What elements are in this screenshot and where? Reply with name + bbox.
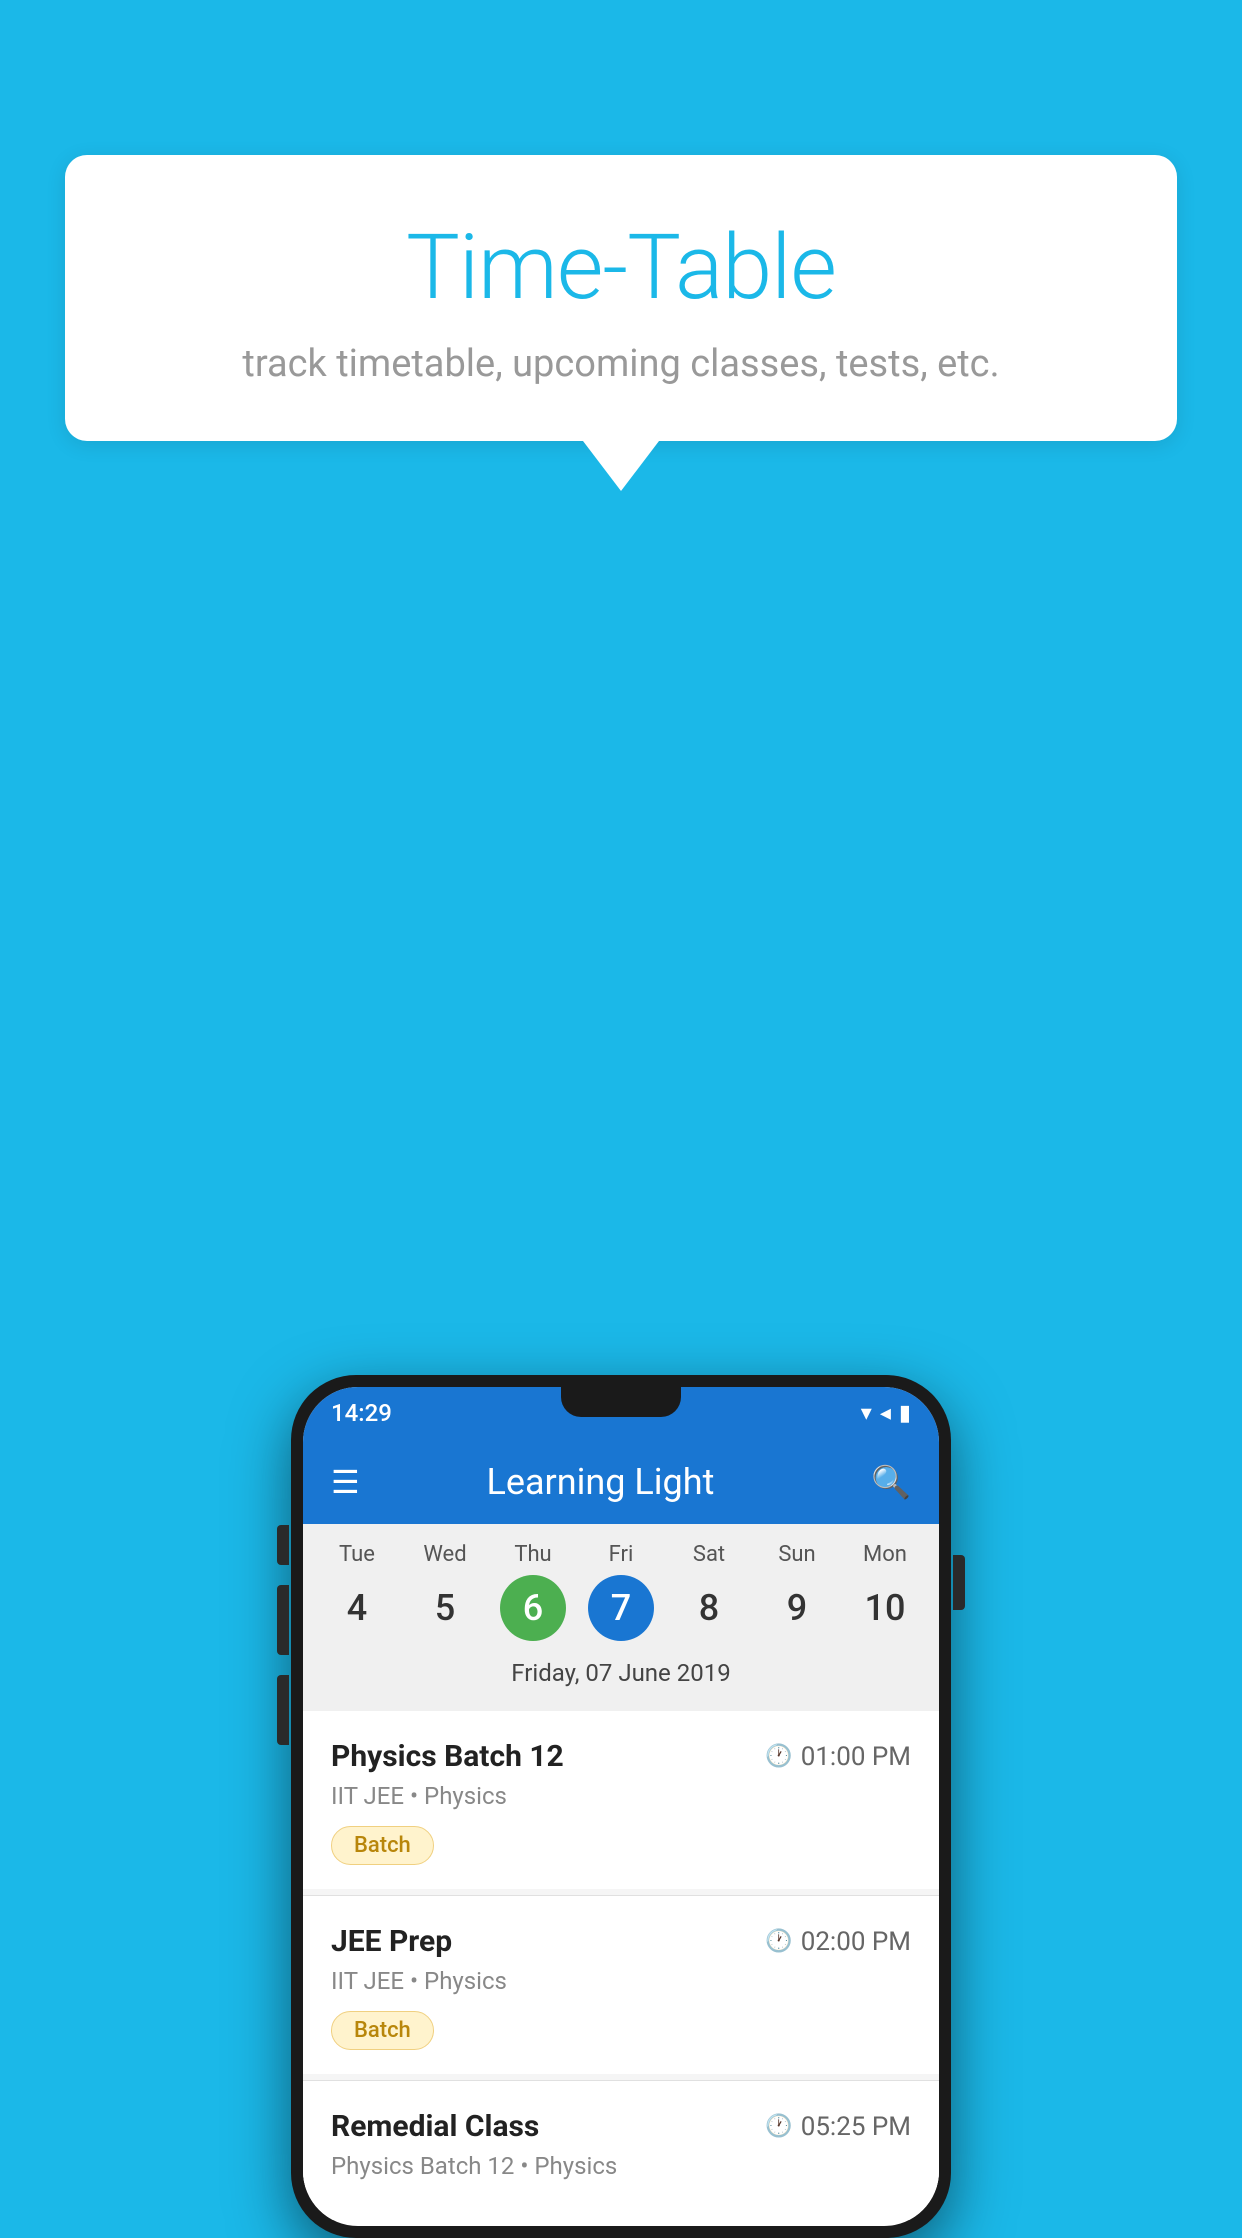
day-name: Tue bbox=[339, 1542, 375, 1567]
clock-icon: 🕐 bbox=[765, 1929, 792, 1954]
app-bar: ☰ Learning Light 🔍 bbox=[303, 1439, 939, 1524]
speech-bubble-section: Time-Table track timetable, upcoming cla… bbox=[65, 155, 1177, 491]
item-subtitle: IIT JEE • Physics bbox=[331, 1967, 911, 1995]
bubble-title: Time-Table bbox=[115, 215, 1127, 320]
phone-notch bbox=[561, 1387, 681, 1417]
day-number[interactable]: 9 bbox=[764, 1575, 830, 1641]
day-number[interactable]: 5 bbox=[412, 1575, 478, 1641]
item-subtitle: Physics Batch 12 • Physics bbox=[331, 2152, 911, 2180]
day-name: Wed bbox=[423, 1542, 466, 1567]
item-title: Remedial Class bbox=[331, 2109, 539, 2144]
item-time: 🕐 02:00 PM bbox=[765, 1927, 911, 1957]
status-icons: ▾ ◂ ▮ bbox=[861, 1401, 911, 1426]
speech-bubble: Time-Table track timetable, upcoming cla… bbox=[65, 155, 1177, 441]
day-col-9[interactable]: Sun 9 bbox=[757, 1542, 837, 1641]
day-number[interactable]: 6 bbox=[500, 1575, 566, 1641]
calendar-strip: Tue 4 Wed 5 Thu 6 Fri 7 Sat 8 Sun 9 Mon 10 Friday, 07… bbox=[303, 1524, 939, 1711]
day-col-7[interactable]: Fri 7 bbox=[581, 1542, 661, 1641]
phone-outer: 14:29 ▾ ◂ ▮ ☰ Learning Light 🔍 Tue4Wed5T… bbox=[291, 1375, 951, 2238]
item-title: Physics Batch 12 bbox=[331, 1739, 564, 1774]
item-time: 🕐 05:25 PM bbox=[765, 2112, 911, 2142]
day-name: Sun bbox=[778, 1542, 815, 1567]
clock-icon: 🕐 bbox=[765, 2114, 792, 2139]
day-name: Fri bbox=[609, 1542, 634, 1567]
wifi-icon: ▾ bbox=[861, 1401, 872, 1426]
day-col-6[interactable]: Thu 6 bbox=[493, 1542, 573, 1641]
schedule-item-header: JEE Prep 🕐 02:00 PM bbox=[331, 1924, 911, 1959]
status-time: 14:29 bbox=[331, 1399, 392, 1427]
day-number[interactable]: 7 bbox=[588, 1575, 654, 1641]
schedule-item-header: Remedial Class 🕐 05:25 PM bbox=[331, 2109, 911, 2144]
schedule-item[interactable]: Remedial Class 🕐 05:25 PM Physics Batch 12… bbox=[303, 2081, 939, 2220]
batch-badge: Batch bbox=[331, 2011, 434, 2050]
hamburger-icon[interactable]: ☰ bbox=[331, 1463, 360, 1501]
day-number[interactable]: 8 bbox=[676, 1575, 742, 1641]
phone-mockup: 14:29 ▾ ◂ ▮ ☰ Learning Light 🔍 Tue4Wed5T… bbox=[291, 1375, 951, 2238]
app-title: Learning Light bbox=[390, 1461, 811, 1503]
power-button bbox=[953, 1555, 965, 1610]
day-col-4[interactable]: Tue 4 bbox=[317, 1542, 397, 1641]
schedule-item[interactable]: Physics Batch 12 🕐 01:00 PM IIT JEE • Phys… bbox=[303, 1711, 939, 1889]
schedule-list: Physics Batch 12 🕐 01:00 PM IIT JEE • Phys… bbox=[303, 1711, 939, 2220]
battery-icon: ▮ bbox=[899, 1401, 911, 1426]
day-col-5[interactable]: Wed 5 bbox=[405, 1542, 485, 1641]
day-col-10[interactable]: Mon 10 bbox=[845, 1542, 925, 1641]
schedule-item-header: Physics Batch 12 🕐 01:00 PM bbox=[331, 1739, 911, 1774]
day-col-8[interactable]: Sat 8 bbox=[669, 1542, 749, 1641]
speech-bubble-tail bbox=[583, 441, 659, 491]
search-icon[interactable]: 🔍 bbox=[871, 1463, 911, 1501]
volume-down-button bbox=[277, 1585, 289, 1655]
silent-button bbox=[277, 1675, 289, 1745]
day-name: Thu bbox=[514, 1542, 551, 1567]
item-title: JEE Prep bbox=[331, 1924, 452, 1959]
day-name: Sat bbox=[693, 1542, 725, 1567]
day-name: Mon bbox=[863, 1542, 907, 1567]
days-row: Tue 4 Wed 5 Thu 6 Fri 7 Sat 8 Sun 9 Mon 10 bbox=[313, 1542, 929, 1641]
schedule-item[interactable]: JEE Prep 🕐 02:00 PM IIT JEE • Physics Batch bbox=[303, 1896, 939, 2074]
day-number[interactable]: 4 bbox=[324, 1575, 390, 1641]
volume-up-button bbox=[277, 1525, 289, 1565]
day-number[interactable]: 10 bbox=[852, 1575, 918, 1641]
item-subtitle: IIT JEE • Physics bbox=[331, 1782, 911, 1810]
batch-badge: Batch bbox=[331, 1826, 434, 1865]
bubble-subtitle: track timetable, upcoming classes, tests… bbox=[115, 342, 1127, 386]
item-time: 🕐 01:00 PM bbox=[765, 1742, 911, 1772]
selected-date: Friday, 07 June 2019 bbox=[313, 1651, 929, 1701]
phone-screen: 14:29 ▾ ◂ ▮ ☰ Learning Light 🔍 Tue4Wed5T… bbox=[303, 1387, 939, 2226]
signal-icon: ◂ bbox=[880, 1401, 891, 1426]
clock-icon: 🕐 bbox=[765, 1744, 792, 1769]
